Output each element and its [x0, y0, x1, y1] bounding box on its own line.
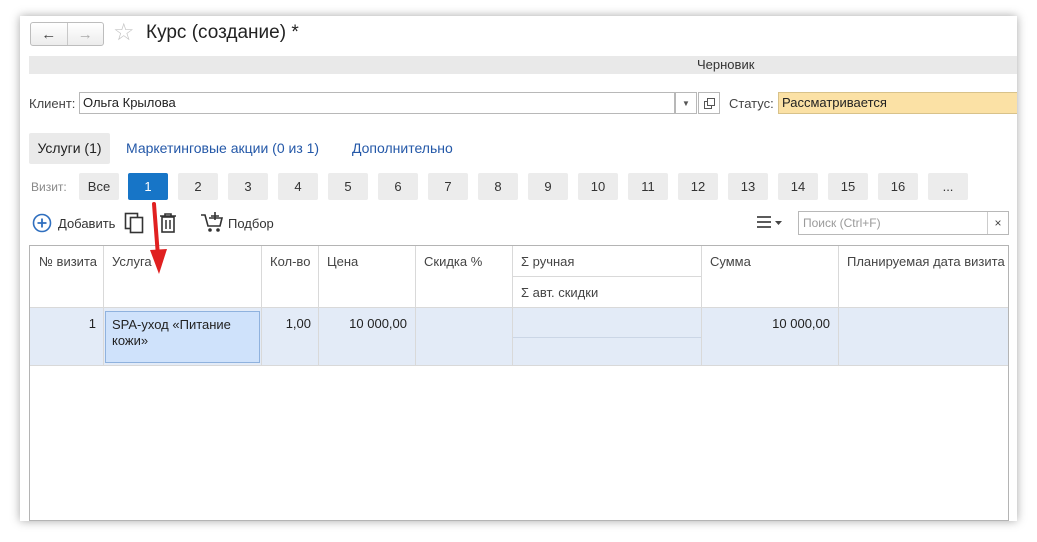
cell-service-selected[interactable]: SPA-уход «Питание кожи» [105, 311, 260, 363]
add-button-label: Добавить [58, 215, 116, 231]
column-header-sum-manual[interactable]: Σ ручная [521, 254, 574, 269]
column-header-sum-auto[interactable]: Σ авт. скидки [521, 285, 598, 300]
column-divider [415, 246, 416, 365]
visit-button-16[interactable]: 16 [878, 173, 918, 200]
visit-button-5[interactable]: 5 [328, 173, 368, 200]
client-field[interactable]: Ольга Крылова [79, 92, 675, 114]
page-title: Курс (создание) * [146, 22, 299, 43]
visit-button-9[interactable]: 9 [528, 173, 568, 200]
status-field[interactable]: Рассматривается [778, 92, 1017, 114]
visit-button-more[interactable]: ... [928, 173, 968, 200]
column-divider [512, 246, 513, 365]
cell-qty: 1,00 [285, 316, 311, 331]
column-divider [103, 246, 104, 365]
status-label: Статус: [729, 96, 774, 111]
form-window: ← → ☆ Курс (создание) * Черновик Клиент:… [20, 16, 1017, 521]
column-divider [318, 246, 319, 365]
row-bottom-line [30, 365, 1008, 366]
cell-price: 10 000,00 [349, 316, 407, 331]
visit-button-10[interactable]: 10 [578, 173, 618, 200]
visit-button-12[interactable]: 12 [678, 173, 718, 200]
add-circle-icon [32, 213, 52, 233]
pick-button[interactable]: Подбор [200, 212, 274, 234]
column-header-price[interactable]: Цена [327, 254, 358, 269]
column-divider [701, 246, 702, 365]
column-divider [261, 246, 262, 365]
visit-button-14[interactable]: 14 [778, 173, 818, 200]
cell-amount: 10 000,00 [772, 316, 830, 331]
more-actions-button[interactable] [756, 214, 784, 230]
visit-button-all[interactable]: Все [79, 173, 119, 200]
column-header-planned-date[interactable]: Планируемая дата визита [847, 254, 1005, 269]
visit-label: Визит: [31, 180, 67, 194]
visit-button-15[interactable]: 15 [828, 173, 868, 200]
clear-search-icon[interactable]: × [987, 212, 1008, 234]
row-subdivider [513, 337, 702, 338]
visit-button-2[interactable]: 2 [178, 173, 218, 200]
cart-plus-icon [201, 212, 224, 232]
visit-button-8[interactable]: 8 [478, 173, 518, 200]
add-button[interactable]: Добавить [32, 213, 115, 233]
column-divider [838, 246, 839, 365]
client-label: Клиент: [29, 96, 76, 111]
menu-icon [757, 216, 782, 228]
visit-button-7[interactable]: 7 [428, 173, 468, 200]
open-window-icon [703, 97, 715, 109]
visit-button-6[interactable]: 6 [378, 173, 418, 200]
annotation-arrow-icon [150, 202, 167, 274]
column-header-amount[interactable]: Сумма [710, 254, 751, 269]
column-header-qty[interactable]: Кол-во [270, 254, 310, 269]
visit-button-13[interactable]: 13 [728, 173, 768, 200]
client-open-button[interactable] [698, 92, 720, 114]
cell-visit-no: 1 [88, 316, 96, 331]
visit-button-4[interactable]: 4 [278, 173, 318, 200]
search-input[interactable] [799, 212, 985, 234]
header-subdivider [513, 276, 702, 277]
visit-button-3[interactable]: 3 [228, 173, 268, 200]
document-status-bar: Черновик [29, 56, 1017, 74]
services-table: № визита Услуга Кол-во Цена Скидка % Σ р… [29, 245, 1009, 521]
navigation-buttons: ← → [30, 22, 104, 46]
visit-button-1[interactable]: 1 [128, 173, 168, 200]
visit-button-11[interactable]: 11 [628, 173, 668, 200]
dropdown-triangle-icon: ▼ [682, 98, 690, 108]
tab-marketing-actions[interactable]: Маркетинговые акции (0 из 1) [126, 140, 319, 156]
search-box: × [798, 211, 1009, 235]
forward-arrow-icon[interactable]: → [66, 23, 104, 45]
tab-services[interactable]: Услуги (1) [29, 133, 110, 164]
column-header-visit-no[interactable]: № визита [39, 254, 97, 269]
document-status-text: Черновик [697, 57, 755, 72]
favorite-star-icon[interactable]: ☆ [113, 19, 135, 47]
back-arrow-icon[interactable]: ← [31, 23, 67, 45]
tab-additional[interactable]: Дополнительно [352, 140, 453, 156]
client-dropdown-button[interactable]: ▼ [675, 92, 697, 114]
pick-button-label: Подбор [228, 215, 274, 231]
column-header-discount[interactable]: Скидка % [424, 254, 482, 269]
